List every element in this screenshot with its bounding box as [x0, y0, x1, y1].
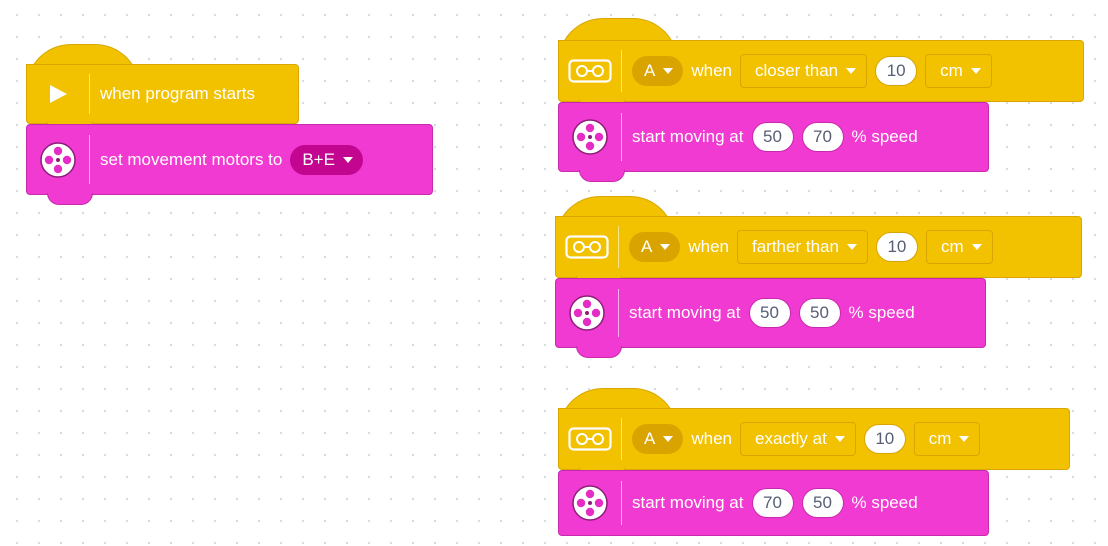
speed-right-input[interactable]: 50: [801, 488, 844, 518]
comparison-dropdown[interactable]: exactly at: [739, 422, 856, 456]
chevron-down-icon: [660, 244, 671, 250]
distance-input[interactable]: 10: [875, 232, 918, 262]
distance-event-block[interactable]: A when farther than 10 cm: [555, 216, 1082, 288]
speed-left-input[interactable]: 70: [751, 488, 794, 518]
comparison-value: exactly at: [754, 429, 827, 448]
movement-wheel-icon: [559, 471, 621, 535]
start-moving-block[interactable]: start moving at 70 50 % speed: [558, 470, 989, 536]
speed-left-value: 70: [763, 493, 782, 512]
comparison-value: farther than: [751, 237, 839, 256]
chevron-down-icon: [663, 436, 674, 442]
unit-value: cm: [928, 429, 952, 448]
speed-left-input[interactable]: 50: [751, 122, 794, 152]
speed-right-value: 50: [810, 303, 829, 322]
chevron-down-icon: [846, 244, 857, 250]
distance-value: 10: [886, 61, 906, 80]
set-movement-motors-block[interactable]: set movement motors to B+E: [26, 124, 433, 205]
start-moving-block[interactable]: start moving at 50 50 % speed: [555, 278, 986, 358]
script-program-start[interactable]: when program starts set movement motors …: [26, 44, 436, 209]
unit-value: cm: [940, 61, 963, 80]
stack-label: set movement motors to: [100, 149, 283, 169]
action-label: start moving at: [632, 493, 744, 512]
port-value: A: [644, 61, 656, 80]
speed-left-input[interactable]: 50: [748, 298, 791, 328]
distance-sensor-icon: [559, 41, 621, 101]
distance-event-block[interactable]: A when exactly at 10 cm: [558, 408, 1070, 480]
speed-right-input[interactable]: 50: [798, 298, 841, 328]
play-triangle-icon: [27, 65, 89, 123]
movement-wheel-icon: [27, 125, 89, 194]
distance-value: 10: [875, 429, 895, 448]
start-moving-block[interactable]: start moving at 50 70 % speed: [558, 102, 989, 182]
movement-wheel-icon: [559, 103, 621, 171]
chevron-down-icon: [959, 436, 970, 442]
hat-label: when program starts: [100, 84, 255, 103]
speed-left-value: 50: [763, 127, 782, 146]
unit-dropdown[interactable]: cm: [925, 230, 993, 264]
speed-suffix: % speed: [851, 127, 918, 146]
movement-wheel-icon: [556, 279, 618, 347]
chevron-down-icon: [971, 244, 982, 250]
script-distance-closer[interactable]: A when closer than 10 cm start moving at…: [558, 18, 1088, 182]
speed-suffix: % speed: [848, 303, 915, 322]
unit-dropdown[interactable]: cm: [925, 54, 992, 88]
when-label: when: [691, 429, 732, 448]
when-label: when: [688, 237, 729, 256]
unit-dropdown[interactable]: cm: [913, 422, 981, 456]
distance-value: 10: [887, 237, 907, 256]
distance-sensor-icon: [559, 409, 621, 469]
port-value: A: [641, 237, 653, 256]
chevron-down-icon: [846, 68, 857, 74]
comparison-dropdown[interactable]: closer than: [739, 54, 868, 88]
chevron-down-icon: [663, 68, 674, 74]
speed-left-value: 50: [760, 303, 779, 322]
when-label: when: [691, 61, 732, 80]
port-dropdown[interactable]: A: [632, 424, 684, 454]
motors-value: B+E: [302, 149, 335, 169]
distance-input[interactable]: 10: [863, 424, 906, 454]
distance-input[interactable]: 10: [875, 56, 918, 86]
motors-dropdown[interactable]: B+E: [290, 144, 363, 175]
unit-value: cm: [940, 237, 964, 256]
speed-right-value: 50: [813, 493, 832, 512]
chevron-down-icon: [342, 156, 353, 163]
distance-sensor-icon: [556, 217, 618, 277]
port-value: A: [644, 429, 656, 448]
comparison-dropdown[interactable]: farther than: [736, 230, 868, 264]
speed-suffix: % speed: [851, 493, 918, 512]
speed-right-input[interactable]: 70: [801, 122, 844, 152]
chevron-down-icon: [834, 436, 845, 442]
comparison-value: closer than: [754, 61, 839, 80]
action-label: start moving at: [632, 127, 744, 146]
speed-right-value: 70: [813, 127, 832, 146]
distance-event-block[interactable]: A when closer than 10 cm: [558, 40, 1084, 112]
port-dropdown[interactable]: A: [629, 232, 681, 262]
action-label: start moving at: [629, 303, 741, 322]
script-distance-exactly[interactable]: A when exactly at 10 cm start moving at …: [558, 388, 1088, 546]
port-dropdown[interactable]: A: [632, 56, 684, 86]
when-program-starts-block[interactable]: when program starts: [26, 64, 299, 134]
script-distance-farther[interactable]: A when farther than 10 cm start moving a…: [555, 196, 1085, 358]
chevron-down-icon: [970, 68, 981, 74]
